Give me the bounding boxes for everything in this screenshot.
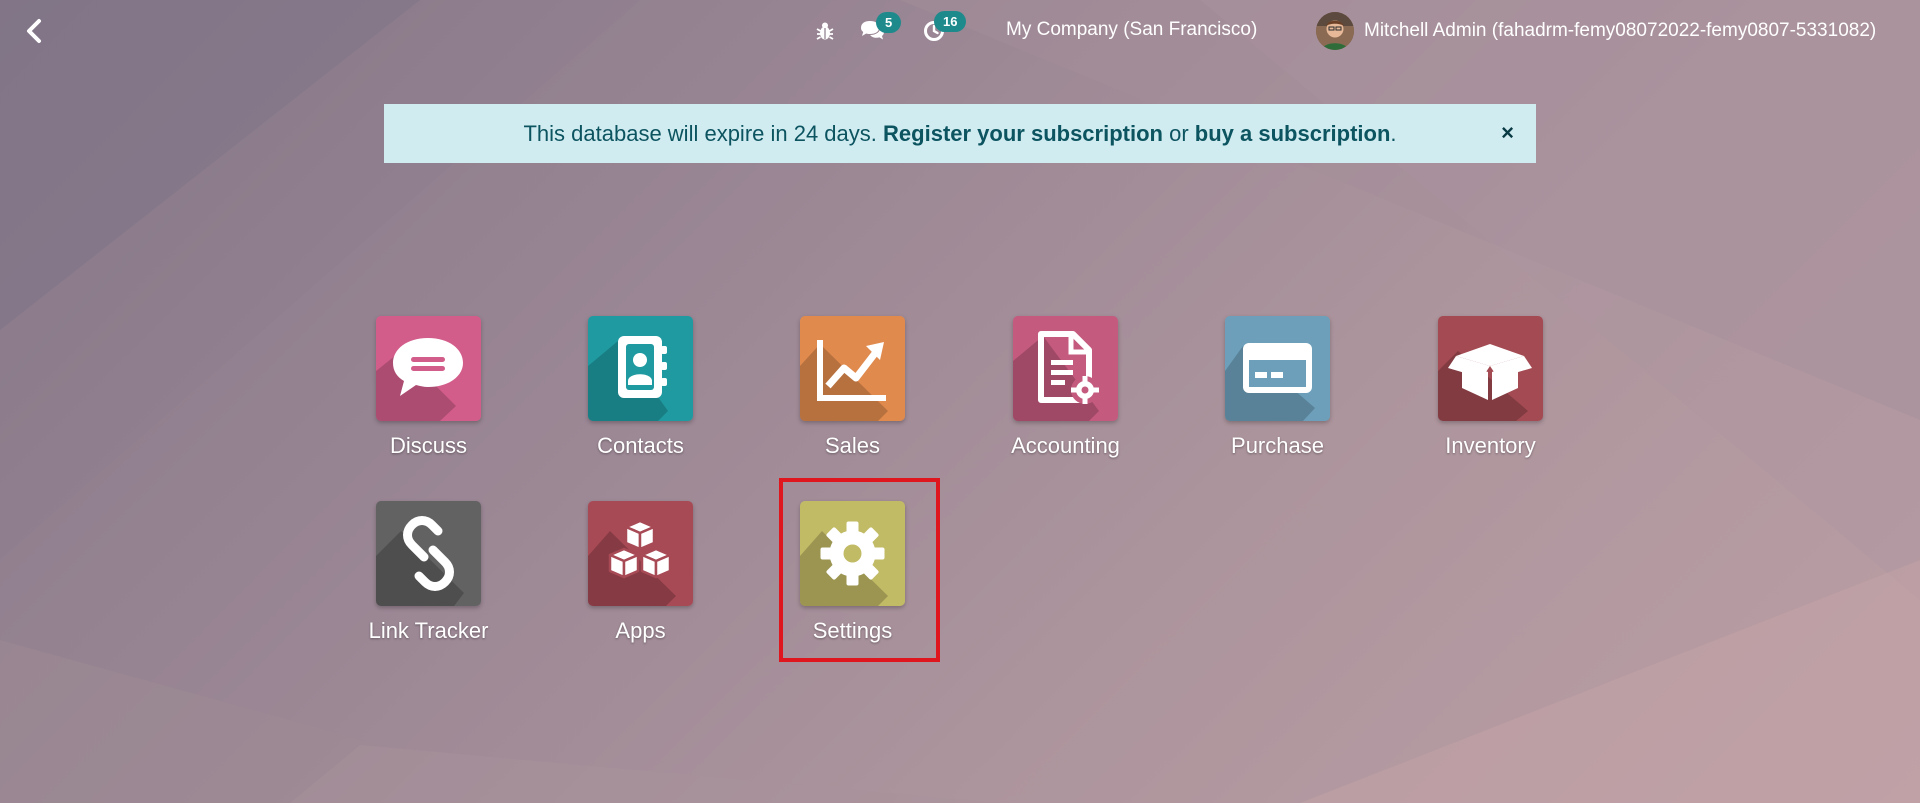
user-name: Mitchell Admin (fahadrm-femy08072022-fem… xyxy=(1364,20,1877,41)
app-accounting[interactable]: Accounting xyxy=(960,316,1150,476)
app-label: Inventory xyxy=(1445,433,1536,458)
app-tile xyxy=(588,316,693,421)
app-label: Accounting xyxy=(1011,433,1120,458)
app-inventory[interactable]: Inventory xyxy=(1385,316,1575,476)
app-tile xyxy=(588,501,693,606)
chevron-left-icon xyxy=(27,19,41,43)
app-sales[interactable]: Sales xyxy=(747,316,937,476)
document-gear-icon xyxy=(1013,316,1118,421)
app-label: Sales xyxy=(824,433,881,458)
app-label: Link Tracker xyxy=(368,618,489,643)
settings-highlight-box xyxy=(779,478,940,662)
app-tile xyxy=(800,316,905,421)
buy-subscription-link[interactable]: buy a subscription xyxy=(1195,121,1391,147)
app-contacts[interactable]: Contacts xyxy=(535,316,725,476)
app-apps[interactable]: Apps xyxy=(535,501,725,661)
messages-button[interactable]: 5 xyxy=(859,12,902,46)
app-tile xyxy=(376,316,481,421)
top-bar: 5 16 My Company (San Francisco) Mitchell… xyxy=(0,0,1920,62)
banner-message: This database will expire in 24 days. xyxy=(523,120,877,146)
app-discuss[interactable]: Discuss xyxy=(323,316,513,476)
app-label: Purchase xyxy=(1231,433,1324,458)
banner-period: . xyxy=(1390,120,1397,146)
debug-button[interactable] xyxy=(814,16,836,46)
subscription-banner: This database will expire in 24 days. Re… xyxy=(384,104,1536,163)
app-label: Discuss xyxy=(389,433,467,458)
chain-link-icon xyxy=(376,501,481,606)
banner-close-button[interactable]: × xyxy=(1501,120,1514,146)
activities-button[interactable]: 16 xyxy=(923,11,967,46)
register-subscription-link[interactable]: Register your subscription xyxy=(883,121,1163,147)
speech-bubble-icon xyxy=(376,316,481,421)
activities-count-badge: 16 xyxy=(934,11,967,32)
trend-chart-icon xyxy=(800,316,905,421)
app-tile xyxy=(1438,316,1543,421)
cubes-icon xyxy=(588,501,693,606)
app-tile xyxy=(376,501,481,606)
open-box-icon xyxy=(1438,316,1543,421)
bug-icon xyxy=(816,22,834,40)
user-menu[interactable]: Mitchell Admin (fahadrm-femy08072022-fem… xyxy=(1316,11,1876,51)
back-button[interactable] xyxy=(20,14,48,48)
app-purchase[interactable]: Purchase xyxy=(1172,316,1362,476)
app-label: Apps xyxy=(615,618,666,643)
banner-or-text: or xyxy=(1169,120,1189,146)
avatar xyxy=(1316,12,1354,50)
app-tile xyxy=(1013,316,1118,421)
messages-count-badge: 5 xyxy=(876,12,902,33)
app-tile xyxy=(1225,316,1330,421)
app-link-tracker[interactable]: Link Tracker xyxy=(323,501,513,661)
credit-card-icon xyxy=(1225,316,1330,421)
company-switcher[interactable]: My Company (San Francisco) xyxy=(1006,19,1257,41)
address-book-icon xyxy=(588,316,693,421)
app-label: Contacts xyxy=(597,433,684,458)
